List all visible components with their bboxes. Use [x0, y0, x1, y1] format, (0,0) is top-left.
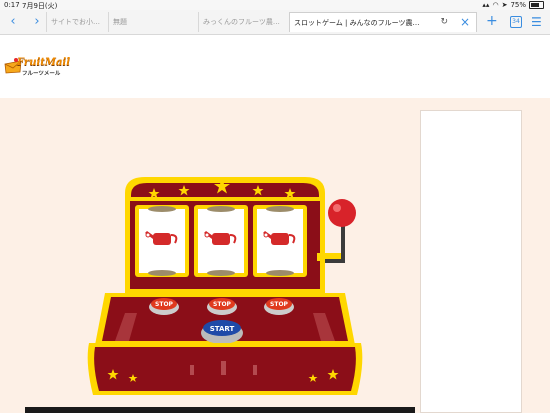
tab-count-icon[interactable]: 34 — [510, 16, 522, 28]
tab-label: サイトでお小… — [51, 18, 100, 26]
site-header: FruitMail フルーツメール — [0, 35, 550, 98]
start-label: START — [210, 325, 235, 333]
close-icon[interactable]: × — [460, 15, 470, 29]
slot-machine: STOP STOP STOP START — [87, 177, 363, 395]
sidebar-panel — [420, 110, 522, 413]
status-right-group: ▴▴ ◠ ➤ 75% — [482, 1, 544, 9]
location-icon: ➤ — [501, 1, 508, 9]
site-logo[interactable]: FruitMail フルーツメール — [4, 56, 70, 78]
game-footer-bar — [25, 407, 415, 413]
stop-label-2: STOP — [213, 301, 232, 308]
back-button[interactable]: ‹ — [6, 14, 20, 29]
tab-3[interactable]: みっくんのフルーツ農… — [198, 12, 288, 32]
stop-label-1: STOP — [155, 301, 174, 308]
logo-brand: FruitMail — [17, 57, 71, 68]
menu-icon[interactable]: ☰ — [531, 15, 542, 29]
status-time: 0:17 — [4, 1, 20, 9]
signal-icon: ▴▴ — [482, 1, 490, 9]
reload-icon[interactable]: ↻ — [440, 17, 448, 27]
tab-2[interactable]: 無題 — [108, 12, 198, 32]
wifi-icon: ◠ — [492, 1, 499, 9]
stop-label-3: STOP — [270, 301, 289, 308]
tab-label: みっくんのフルーツ農… — [203, 18, 280, 26]
battery-percent: 75% — [510, 1, 526, 9]
tab-1[interactable]: サイトでお小… — [46, 12, 108, 32]
logo-subtitle: フルーツメール — [22, 71, 61, 77]
tab-active[interactable]: スロットゲーム | みんなのフルーツ農… ↻ × — [289, 12, 477, 32]
tab-bar: ‹ › サイトでお小… 無題 みっくんのフルーツ農… スロットゲーム | みんな… — [0, 10, 550, 35]
status-bar: 0:17 7月9日(火) ▴▴ ◠ ➤ 75% — [0, 0, 550, 10]
new-tab-icon[interactable]: + — [486, 13, 498, 29]
tab-label: スロットゲーム | みんなのフルーツ農… — [294, 18, 420, 27]
forward-button[interactable]: › — [30, 14, 44, 29]
tab-label: 無題 — [113, 18, 127, 26]
battery-icon — [529, 1, 544, 9]
